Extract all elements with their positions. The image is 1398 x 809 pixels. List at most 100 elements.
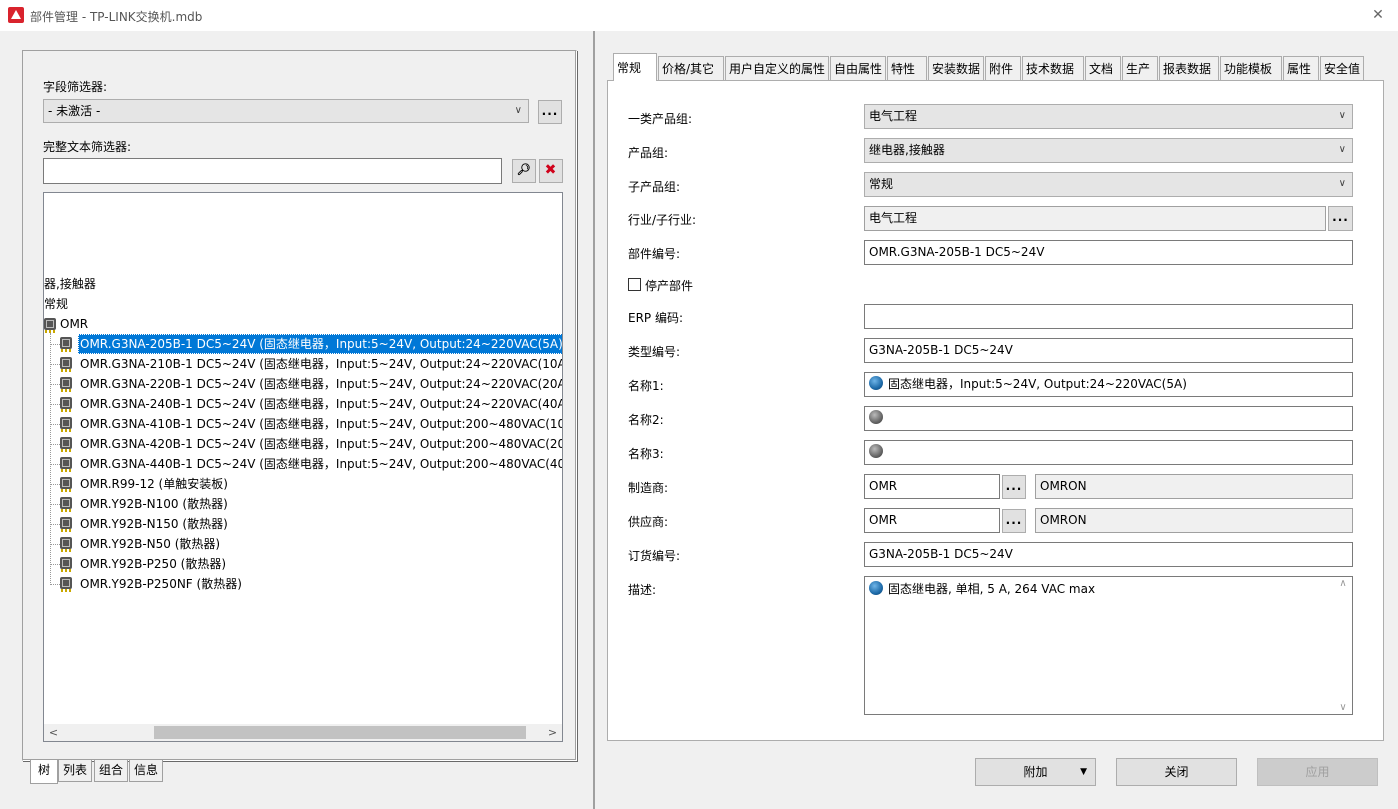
order-number-field[interactable]: G3NA-205B-1 DC5~24V <box>864 542 1353 567</box>
tree-item-part[interactable]: OMR.G3NA-205B-1 DC5~24V (固态继电器，Input:5~2… <box>78 334 562 354</box>
scroll-left-icon[interactable]: < <box>45 724 62 741</box>
manufacturer-code-field[interactable]: OMR <box>864 474 1000 499</box>
tree-guide-line <box>51 424 60 425</box>
globe-icon[interactable] <box>869 444 883 458</box>
fulltext-filter-label: 完整文本筛选器: <box>43 140 132 154</box>
tree-item-part[interactable]: OMR.Y92B-P250 (散热器) <box>78 554 228 574</box>
app-logo-icon <box>8 7 24 23</box>
tree-item-part[interactable]: OMR.G3NA-420B-1 DC5~24V (固态继电器，Input:5~2… <box>78 434 562 454</box>
tab-5[interactable]: 安装数据 <box>928 56 984 80</box>
globe-icon[interactable] <box>869 410 883 424</box>
tree-node-subgroup[interactable]: 常规 <box>44 294 68 314</box>
tab-6[interactable]: 附件 <box>985 56 1021 80</box>
description-scrollbar[interactable]: ∧ ∨ <box>1335 578 1351 713</box>
tree-item-part[interactable]: OMR.Y92B-P250NF (散热器) <box>78 574 244 594</box>
industry-options-button[interactable]: ... <box>1328 206 1353 231</box>
chevron-up-icon[interactable]: ∧ <box>1335 578 1351 589</box>
description-field[interactable]: 固态继电器, 单相, 5 A, 264 VAC max <box>864 576 1353 715</box>
tab-8[interactable]: 文档 <box>1085 56 1121 80</box>
tab-13[interactable]: 安全值 <box>1320 56 1364 80</box>
chevron-down-icon[interactable]: ∨ <box>1335 702 1351 713</box>
tree-item-part[interactable]: OMR.G3NA-240B-1 DC5~24V (固态继电器，Input:5~2… <box>78 394 562 414</box>
tree-item-part[interactable]: OMR.Y92B-N100 (散热器) <box>78 494 230 514</box>
tab-1[interactable]: 价格/其它 <box>658 56 724 80</box>
scrollbar-thumb[interactable] <box>154 726 526 739</box>
globe-icon[interactable] <box>869 581 883 595</box>
part-number-field[interactable]: OMR.G3NA-205B-1 DC5~24V <box>864 240 1353 265</box>
tree-item-part[interactable]: OMR.G3NA-220B-1 DC5~24V (固态继电器，Input:5~2… <box>78 374 562 394</box>
name2-label: 名称2: <box>628 413 664 427</box>
scroll-right-icon[interactable]: > <box>544 724 561 741</box>
field-filter-select[interactable]: - 未激活 - ∨ <box>43 99 529 123</box>
delete-x-icon[interactable]: ✖ <box>539 159 563 183</box>
apply-button[interactable]: 应用 <box>1257 758 1378 786</box>
parts-tree[interactable]: 器,接触器 常规 OMR OMR.G3NA-205B-1 DC5~24V (固态… <box>43 192 563 742</box>
tab-combination[interactable]: 组合 <box>94 760 128 782</box>
tree-guide-line <box>51 364 60 365</box>
tree-guide-line <box>51 384 60 385</box>
window-close-button[interactable]: ✕ <box>1366 4 1390 26</box>
tab-info[interactable]: 信息 <box>129 760 163 782</box>
tab-3[interactable]: 自由属性 <box>830 56 886 80</box>
tree-item-part[interactable]: OMR.G3NA-440B-1 DC5~24V (固态继电器，Input:5~2… <box>78 454 562 474</box>
product-group1-select[interactable]: 电气工程 ∨ <box>864 104 1353 129</box>
field-filter-options-button[interactable]: ... <box>538 100 562 124</box>
component-chip-icon <box>60 577 72 592</box>
fulltext-filter-input[interactable] <box>43 158 502 184</box>
component-chip-icon <box>44 318 56 333</box>
industry-field: 电气工程 <box>864 206 1326 231</box>
panel-splitter[interactable] <box>593 31 595 809</box>
product-group-value: 继电器,接触器 <box>869 143 945 157</box>
tree-node-product-group[interactable]: 器,接触器 <box>44 274 96 294</box>
type-number-field[interactable]: G3NA-205B-1 DC5~24V <box>864 338 1353 363</box>
tab-10[interactable]: 报表数据 <box>1159 56 1219 80</box>
description-label: 描述: <box>628 583 657 597</box>
erp-code-field[interactable] <box>864 304 1353 329</box>
tab-4[interactable]: 特性 <box>887 56 927 80</box>
component-chip-icon <box>60 437 72 452</box>
extra-dropdown-button[interactable]: 附加 ▼ <box>975 758 1096 786</box>
tab-list[interactable]: 列表 <box>58 760 92 782</box>
component-chip-icon <box>60 377 72 392</box>
tree-guide-line <box>51 404 60 405</box>
product-group-select[interactable]: 继电器,接触器 ∨ <box>864 138 1353 163</box>
tree-item-part[interactable]: OMR.R99-12 (单触安装板) <box>78 474 230 494</box>
name3-field[interactable] <box>864 440 1353 465</box>
component-chip-icon <box>60 357 72 372</box>
tab-7[interactable]: 技术数据 <box>1022 56 1084 80</box>
tab-2[interactable]: 用户自定义的属性 <box>725 56 829 80</box>
tree-item-part[interactable]: OMR.G3NA-210B-1 DC5~24V (固态继电器，Input:5~2… <box>78 354 562 374</box>
discontinued-checkbox[interactable] <box>628 278 641 291</box>
binoculars-icon[interactable]: 🔎︎ <box>512 159 536 183</box>
name1-field[interactable]: 固态继电器，Input:5~24V, Output:24~220VAC(5A) <box>864 372 1353 397</box>
tab-tree[interactable]: 树 <box>30 760 58 784</box>
chevron-down-icon: ∨ <box>514 105 522 116</box>
tree-item-part[interactable]: OMR.Y92B-N50 (散热器) <box>78 534 222 554</box>
component-chip-icon <box>60 337 72 352</box>
tab-9[interactable]: 生产 <box>1122 56 1158 80</box>
sub-group-value: 常规 <box>869 177 894 191</box>
tab-0[interactable]: 常规 <box>613 53 657 81</box>
supplier-options-button[interactable]: ... <box>1002 509 1026 533</box>
tree-item-part[interactable]: OMR.G3NA-410B-1 DC5~24V (固态继电器，Input:5~2… <box>78 414 562 434</box>
name2-field[interactable] <box>864 406 1353 431</box>
description-value: 固态继电器, 单相, 5 A, 264 VAC max <box>888 582 1096 596</box>
tree-item-part[interactable]: OMR.Y92B-N150 (散热器) <box>78 514 230 534</box>
chevron-down-icon: ∨ <box>1338 110 1346 121</box>
discontinued-label: 停产部件 <box>645 279 694 293</box>
tree-guide-line <box>51 544 60 545</box>
component-chip-icon <box>60 477 72 492</box>
component-chip-icon <box>60 417 72 432</box>
tab-11[interactable]: 功能模板 <box>1220 56 1282 80</box>
component-chip-icon <box>60 557 72 572</box>
supplier-code-field[interactable]: OMR <box>864 508 1000 533</box>
component-chip-icon <box>60 517 72 532</box>
tree-node-manufacturer[interactable]: OMR <box>60 314 88 334</box>
tab-12[interactable]: 属性 <box>1283 56 1319 80</box>
globe-icon[interactable] <box>869 376 883 390</box>
erp-code-label: ERP 编码: <box>628 311 684 325</box>
order-number-label: 订货编号: <box>628 549 681 563</box>
sub-group-select[interactable]: 常规 ∨ <box>864 172 1353 197</box>
close-button[interactable]: 关闭 <box>1116 758 1237 786</box>
manufacturer-options-button[interactable]: ... <box>1002 475 1026 499</box>
